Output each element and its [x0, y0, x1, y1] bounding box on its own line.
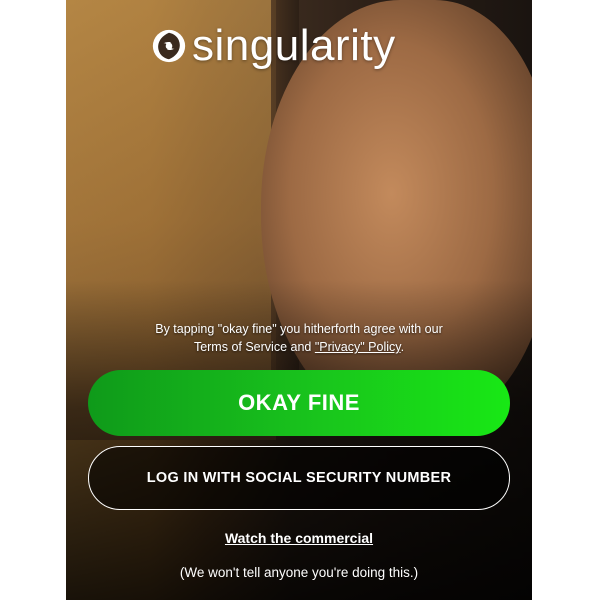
app-logo: singularity [150, 24, 396, 68]
privacy-policy-link[interactable]: "Privacy" Policy [315, 340, 401, 354]
watch-commercial-link[interactable]: Watch the commercial [66, 530, 532, 546]
login-screen: singularity By tapping "okay fine" you h… [66, 0, 532, 600]
terms-prefix: Terms of Service and [193, 340, 315, 354]
terms-line-1: By tapping "okay fine" you hitherforth a… [155, 322, 443, 336]
terms-line-2: Terms of Service and "Privacy" Policy. [66, 338, 532, 356]
app-name: singularity [192, 21, 396, 70]
terms-suffix: . [400, 340, 405, 354]
swirl-logo-icon [152, 29, 186, 63]
ssn-login-button[interactable]: LOG IN WITH SOCIAL SECURITY NUMBER [88, 446, 510, 510]
disclaimer-text: (We won't tell anyone you're doing this.… [179, 565, 419, 580]
okay-fine-button[interactable]: OKAY FINE [88, 370, 510, 436]
terms-notice: By tapping "okay fine" you hitherforth a… [66, 320, 532, 356]
background-photo [66, 0, 532, 600]
